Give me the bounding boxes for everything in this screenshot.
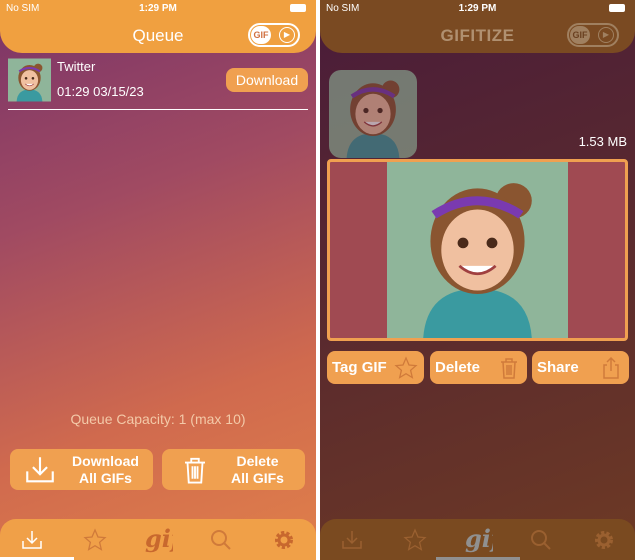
gif-preview[interactable]: [327, 159, 628, 341]
gif-thumbnail[interactable]: [329, 70, 417, 158]
star-icon: [403, 528, 427, 552]
active-indicator: [435, 556, 520, 560]
gear-icon: [272, 528, 296, 552]
label: Tag GIF: [332, 359, 387, 376]
tab-queue[interactable]: [0, 525, 74, 560]
search-icon: [209, 528, 233, 552]
download-icon: [340, 528, 364, 552]
queue-screen: No SIM 1:29 PM Queue GIF ▶ Twitter 01:29 …: [0, 0, 316, 560]
toggle-knob: GIF: [251, 26, 271, 44]
star-icon: [394, 356, 418, 380]
label: Delete: [435, 359, 481, 376]
tab-settings[interactable]: [264, 525, 304, 555]
share-icon: [599, 356, 623, 380]
toggle-knob: GIF: [570, 26, 590, 44]
trash-icon: [497, 356, 521, 380]
tab-search[interactable]: [521, 525, 561, 555]
tab-settings[interactable]: [584, 525, 624, 555]
timestamp: 01:29 03/15/23: [57, 84, 144, 99]
tab-gifitize[interactable]: [138, 525, 178, 555]
label: Share: [537, 359, 579, 376]
status-bar: No SIM 1:29 PM: [0, 0, 316, 18]
tab-bar: [0, 519, 316, 560]
file-size: 1.53 MB: [578, 134, 627, 149]
battery-icon: [609, 4, 625, 12]
tag-gif-button[interactable]: Tag GIF: [327, 351, 424, 384]
delete-all-button[interactable]: Delete All GIFs: [162, 449, 305, 490]
gif-thumbnail[interactable]: [8, 56, 51, 104]
share-button[interactable]: Share: [532, 351, 629, 384]
download-all-button[interactable]: Download All GIFs: [10, 449, 153, 490]
clock: 1:29 PM: [458, 3, 497, 14]
trash-icon: [180, 453, 210, 487]
battery-icon: [290, 4, 306, 12]
download-button[interactable]: Download: [226, 68, 308, 92]
tab-gifitize[interactable]: [435, 525, 520, 560]
play-icon: ▶: [279, 27, 295, 43]
gif-video-toggle[interactable]: GIF ▶: [248, 23, 300, 47]
download-icon: [22, 453, 58, 487]
status-bar: No SIM 1:29 PM: [320, 0, 635, 18]
gif-icon: [463, 525, 493, 555]
gif-video-toggle[interactable]: GIF ▶: [567, 23, 619, 47]
gear-icon: [592, 528, 616, 552]
label: All GIFs: [79, 469, 132, 486]
play-icon: ▶: [598, 27, 614, 43]
tab-favorites[interactable]: [395, 525, 435, 555]
queue-capacity: Queue Capacity: 1 (max 10): [70, 411, 246, 427]
gif-image: [387, 162, 568, 338]
tab-bar: [320, 519, 635, 560]
search-icon: [529, 528, 553, 552]
gifitize-screen: No SIM 1:29 PM GIFITIZE GIF ▶ 1.53 MB Tag…: [320, 0, 635, 560]
source-label: Twitter: [57, 59, 96, 74]
star-icon: [83, 528, 107, 552]
tab-favorites[interactable]: [75, 525, 115, 555]
tab-search[interactable]: [201, 525, 241, 555]
label: Delete: [236, 452, 279, 469]
download-icon: [20, 528, 44, 552]
clock: 1:29 PM: [139, 3, 177, 14]
label: Download: [72, 452, 139, 469]
divider: [8, 109, 308, 110]
delete-button[interactable]: Delete: [430, 351, 527, 384]
active-indicator: [0, 556, 74, 560]
label: All GIFs: [231, 469, 284, 486]
tab-queue[interactable]: [332, 525, 372, 555]
gif-icon: [143, 525, 173, 555]
